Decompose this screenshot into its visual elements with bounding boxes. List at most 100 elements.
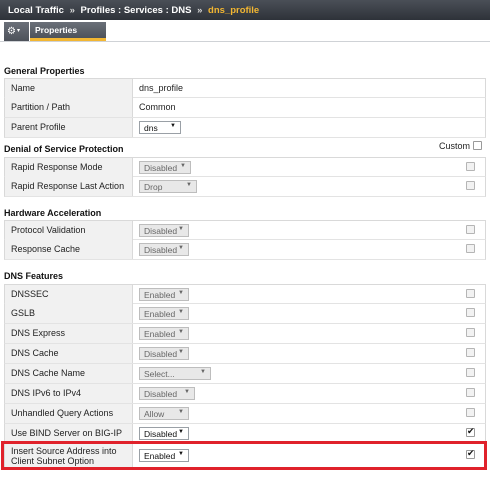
select-value: Enabled [144, 309, 176, 319]
chevron-down-icon: ▼ [178, 429, 184, 435]
select-value: Disabled [144, 163, 178, 173]
breadcrumb-current: dns_profile [208, 5, 260, 16]
field-label: Parent Profile [5, 118, 133, 137]
name-value: dns_profile [139, 83, 184, 93]
table-row: GSLB Enabled ▼ [4, 304, 486, 324]
field-label: DNS IPv6 to IPv4 [5, 384, 133, 403]
table-row: Name dns_profile [4, 78, 486, 98]
chevron-down-icon: ▼ [178, 226, 184, 232]
select-value: Disabled [144, 349, 178, 359]
select-value: Disabled [144, 226, 178, 236]
chevron-down-icon: ▼ [178, 245, 184, 251]
section-heading-general: General Properties [4, 66, 85, 76]
select-value: Enabled [144, 290, 176, 300]
dns-ipv6-to-ipv4-select[interactable]: Disabled ▼ [139, 387, 195, 400]
chevron-down-icon: ▼ [178, 329, 184, 335]
table-row: DNSSEC Enabled ▼ [4, 284, 486, 304]
table-row: DNS Cache Disabled ▼ [4, 344, 486, 364]
custom-checkbox[interactable] [466, 181, 475, 190]
chevron-down-icon: ▼ [170, 123, 176, 129]
table-row: Parent Profile dns ▼ [4, 118, 486, 138]
section-heading-dos: Denial of Service Protection Custom [4, 141, 486, 154]
custom-toggle: Custom [438, 141, 482, 151]
table-row: Partition / Path Common [4, 98, 486, 118]
table-row: DNS Express Enabled ▼ [4, 324, 486, 344]
response-cache-select[interactable]: Disabled ▼ [139, 243, 189, 256]
chevron-down-icon: ▼ [178, 290, 184, 296]
rapid-response-action-select[interactable]: Drop ▼ [139, 180, 197, 193]
custom-checkbox[interactable] [466, 348, 475, 357]
field-label: DNSSEC [5, 285, 133, 304]
field-label: Response Cache [5, 240, 133, 259]
select-value: Disabled [144, 429, 178, 439]
select-value: Enabled [144, 329, 176, 339]
chevron-down-icon: ▼ [178, 409, 184, 415]
parent-profile-select[interactable]: dns ▼ [139, 121, 181, 134]
breadcrumb-middle[interactable]: Profiles : Services : DNS [81, 5, 192, 16]
chevron-down-icon: ▼ [178, 349, 184, 355]
dnssec-select[interactable]: Enabled ▼ [139, 288, 189, 301]
use-bind-server-select[interactable]: Disabled ▼ [139, 427, 189, 440]
table-row: Response Cache Disabled ▼ [4, 240, 486, 260]
select-value: Drop [144, 182, 163, 192]
field-label: Rapid Response Mode [5, 158, 133, 177]
field-label: GSLB [5, 304, 133, 323]
chevron-down-icon: ▼ [178, 309, 184, 315]
custom-checkbox[interactable] [466, 426, 475, 437]
field-label: DNS Express [5, 324, 133, 343]
section-heading-dns: DNS Features [4, 271, 64, 281]
custom-checkbox[interactable] [466, 328, 475, 337]
gear-menu-button[interactable]: ⚙▾ [4, 22, 29, 41]
protocol-validation-select[interactable]: Disabled ▼ [139, 224, 189, 237]
custom-checkbox[interactable] [466, 308, 475, 317]
table-row: DNS IPv6 to IPv4 Disabled ▼ [4, 384, 486, 404]
rapid-response-mode-select[interactable]: Disabled ▼ [139, 161, 191, 174]
breadcrumb: Local Traffic » Profiles : Services : DN… [0, 0, 490, 20]
section-heading-hw: Hardware Acceleration [4, 208, 102, 218]
select-value: Disabled [144, 389, 178, 399]
chevron-down-icon: ▼ [184, 389, 190, 395]
select-value: Allow [144, 409, 165, 419]
gslb-select[interactable]: Enabled ▼ [139, 307, 189, 320]
section-title: Denial of Service Protection [4, 144, 124, 154]
dns-cache-name-select[interactable]: Select... ▼ [139, 367, 211, 380]
custom-checkbox[interactable] [466, 388, 475, 397]
highlight-box [1, 441, 487, 470]
field-label: DNS Cache [5, 344, 133, 363]
field-label: Partition / Path [5, 98, 133, 117]
table-row: Unhandled Query Actions Allow ▼ [4, 404, 486, 424]
dns-cache-select[interactable]: Disabled ▼ [139, 347, 189, 360]
dns-express-select[interactable]: Enabled ▼ [139, 327, 189, 340]
field-label: Unhandled Query Actions [5, 404, 133, 423]
breadcrumb-separator: » [197, 5, 203, 16]
chevron-down-icon: ▾ [16, 28, 20, 34]
table-row: DNS Cache Name Select... ▼ [4, 364, 486, 384]
chevron-down-icon: ▼ [180, 163, 186, 169]
custom-checkbox[interactable] [473, 141, 482, 150]
field-label: Name [5, 79, 133, 98]
select-value: Select... [144, 369, 175, 379]
custom-label: Custom [438, 141, 470, 151]
custom-checkbox[interactable] [466, 368, 475, 377]
tab-strip: ⚙▾ Properties [0, 20, 490, 42]
custom-checkbox[interactable] [466, 289, 475, 298]
field-label: Rapid Response Last Action [5, 177, 133, 196]
chevron-down-icon: ▼ [200, 369, 206, 375]
tab-properties[interactable]: Properties [30, 22, 106, 41]
select-value: Disabled [144, 245, 178, 255]
partition-value: Common [139, 102, 176, 112]
custom-checkbox[interactable] [466, 225, 475, 234]
custom-checkbox[interactable] [466, 162, 475, 171]
select-value: dns [144, 123, 158, 133]
table-row: Rapid Response Last Action Drop ▼ [4, 177, 486, 197]
unhandled-query-actions-select[interactable]: Allow ▼ [139, 407, 189, 420]
field-label: DNS Cache Name [5, 364, 133, 383]
custom-checkbox[interactable] [466, 408, 475, 417]
table-row: Protocol Validation Disabled ▼ [4, 220, 486, 240]
breadcrumb-separator: » [69, 5, 75, 16]
custom-checkbox[interactable] [466, 244, 475, 253]
table-row: Rapid Response Mode Disabled ▼ [4, 157, 486, 177]
breadcrumb-root[interactable]: Local Traffic [8, 5, 64, 16]
chevron-down-icon: ▼ [186, 182, 192, 188]
field-label: Protocol Validation [5, 221, 133, 240]
